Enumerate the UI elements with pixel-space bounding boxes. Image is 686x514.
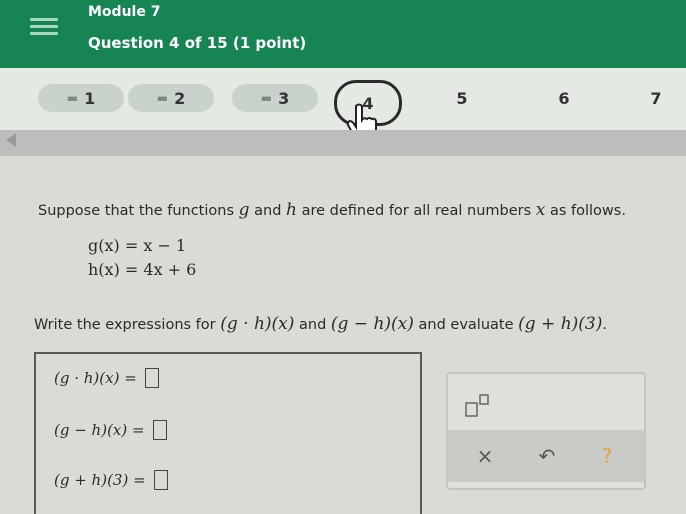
nav-label: 2 [174, 88, 186, 108]
instruction-text: and [294, 317, 331, 333]
equals-sign: = [124, 369, 137, 387]
prompt-text: are defined for all real numbers [296, 203, 536, 219]
nav-label: 3 [278, 88, 290, 108]
clear-icon[interactable]: × [470, 444, 500, 468]
math-h: h [286, 200, 297, 220]
expr-difference: (g − h)(x) [330, 314, 414, 334]
prompt-text: as follows. [545, 203, 626, 219]
nav-question-5[interactable]: 5 [442, 84, 482, 112]
nav-question-3[interactable]: ▬ 3 [232, 84, 318, 112]
answer-input-sum[interactable] [153, 470, 168, 490]
nav-label: 7 [650, 88, 662, 108]
nav-question-2[interactable]: ▬ 2 [128, 84, 214, 112]
answer-lhs: (g − h)(x) [54, 421, 128, 439]
module-title: Module 7 [88, 4, 161, 20]
help-icon[interactable]: ? [592, 444, 622, 468]
progress-band [0, 130, 686, 156]
instruction-text: . [602, 317, 607, 333]
question-prompt: Suppose that the functions g and h are d… [38, 200, 626, 220]
answer-row-sum: (g + h)(3) = [54, 470, 168, 490]
question-nav: ▬ 1 ▬ 2 ▬ 3 4 5 6 7 [0, 68, 686, 130]
answer-panel: (g · h)(x) = (g − h)(x) = (g + h)(3) = [34, 352, 422, 514]
definition-h: h(x) = 4x + 6 [88, 260, 197, 279]
superscript-icon[interactable] [464, 394, 490, 418]
left-arrow-icon[interactable] [2, 130, 22, 150]
instruction: Write the expressions for (g · h)(x) and… [34, 314, 607, 334]
prompt-text: and [249, 203, 287, 219]
nav-question-7[interactable]: 7 [636, 84, 676, 112]
answer-row-product: (g · h)(x) = [54, 368, 159, 388]
question-content: Suppose that the functions g and h are d… [0, 156, 686, 514]
answered-icon: ▬ [156, 91, 169, 105]
answer-lhs: (g + h)(3) [54, 471, 129, 489]
toolbar-actions: × ↶ ? [448, 430, 644, 482]
nav-label: 1 [84, 88, 96, 108]
menu-icon[interactable] [30, 14, 58, 40]
answered-icon: ▬ [66, 91, 79, 105]
equals-sign: = [133, 471, 146, 489]
answered-icon: ▬ [260, 91, 273, 105]
question-count: Question 4 of 15 (1 point) [88, 34, 307, 52]
nav-question-1[interactable]: ▬ 1 [38, 84, 124, 112]
nav-question-6[interactable]: 6 [544, 84, 584, 112]
math-x: x [535, 200, 546, 220]
prompt-text: Suppose that the functions [38, 203, 239, 219]
definition-g: g(x) = x − 1 [88, 236, 187, 255]
instruction-text: Write the expressions for [34, 317, 221, 333]
answer-input-difference[interactable] [152, 420, 167, 440]
nav-label: 6 [558, 88, 570, 108]
instruction-text: and evaluate [413, 317, 519, 333]
header-bar: Module 7 Question 4 of 15 (1 point) [0, 0, 686, 68]
equals-sign: = [132, 421, 145, 439]
math-toolbar: × ↶ ? [446, 372, 646, 490]
expr-product: (g · h)(x) [220, 314, 295, 334]
answer-lhs: (g · h)(x) [54, 369, 120, 387]
nav-label: 5 [456, 88, 468, 108]
answer-input-product[interactable] [144, 368, 159, 388]
math-g: g [238, 200, 250, 220]
expr-sum: (g + h)(3) [518, 314, 603, 334]
undo-icon[interactable]: ↶ [532, 444, 562, 468]
answer-row-difference: (g − h)(x) = [54, 420, 167, 440]
